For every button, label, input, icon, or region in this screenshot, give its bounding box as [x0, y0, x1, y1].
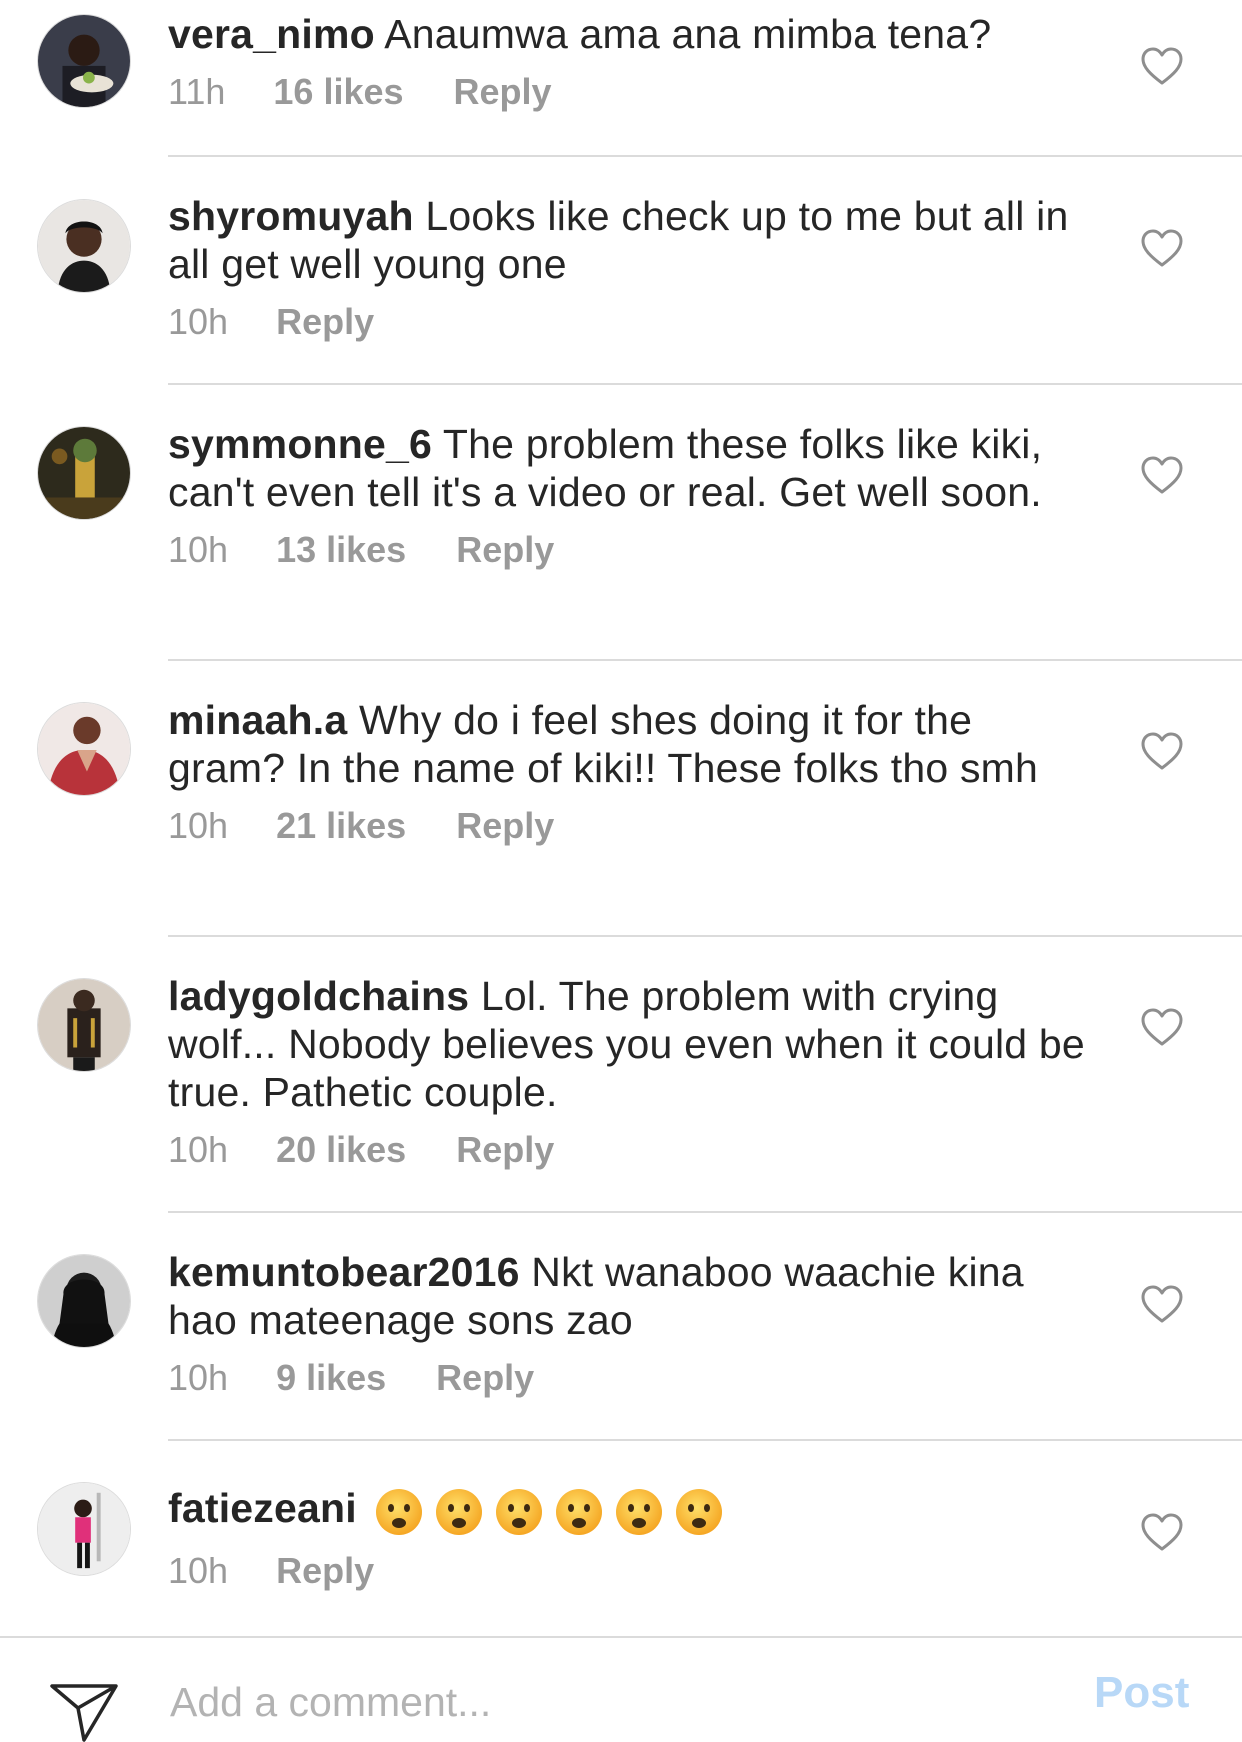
avatar[interactable]: [37, 702, 131, 796]
heart-icon[interactable]: [1140, 455, 1184, 495]
frowning-face-icon: [374, 1487, 424, 1537]
comment-text: ladygoldchains Lol. The problem with cry…: [168, 972, 1088, 1116]
heart-icon[interactable]: [1140, 1284, 1184, 1324]
reply-button[interactable]: Reply: [436, 1356, 534, 1400]
comment-meta: 10h 20 likes Reply: [168, 1128, 1088, 1172]
comment-text: fatiezeani: [168, 1484, 1088, 1537]
comment-content: ladygoldchains Lol. The problem with cry…: [168, 972, 1088, 1172]
comment-likes[interactable]: 13 likes: [276, 528, 406, 572]
comment-likes[interactable]: 21 likes: [276, 804, 406, 848]
comment-username[interactable]: symmonne_6: [168, 421, 432, 467]
comment-likes[interactable]: 9 likes: [276, 1356, 386, 1400]
comment-time: 10h: [168, 529, 229, 570]
divider: [168, 1211, 1242, 1213]
comment-text: kemuntobear2016 Nkt wanaboo waachie kina…: [168, 1248, 1088, 1344]
comment-likes[interactable]: 20 likes: [276, 1128, 406, 1172]
comment-text: shyromuyah Looks like check up to me but…: [168, 192, 1088, 288]
comment-time: 10h: [168, 1129, 229, 1170]
heart-icon[interactable]: [1140, 731, 1184, 771]
avatar[interactable]: [37, 978, 131, 1072]
comment-meta: 11h 16 likes Reply: [168, 70, 1088, 114]
comment-username[interactable]: minaah.a: [168, 697, 347, 743]
comment-username[interactable]: shyromuyah: [168, 193, 414, 239]
comment-time: 10h: [168, 1357, 229, 1398]
frowning-face-icon: [614, 1487, 664, 1537]
avatar[interactable]: [37, 14, 131, 108]
heart-icon[interactable]: [1140, 1512, 1184, 1552]
heart-icon[interactable]: [1140, 228, 1184, 268]
comment-time: 10h: [168, 1550, 229, 1592]
comment-content: symmonne_6 The problem these folks like …: [168, 420, 1088, 572]
emoji-reaction: [374, 1485, 734, 1537]
heart-icon[interactable]: [1140, 46, 1184, 86]
reply-button[interactable]: Reply: [276, 300, 374, 344]
comment-content: kemuntobear2016 Nkt wanaboo waachie kina…: [168, 1248, 1088, 1400]
heart-icon[interactable]: [1140, 1007, 1184, 1047]
avatar[interactable]: [37, 426, 131, 520]
reply-button[interactable]: Reply: [456, 804, 554, 848]
comment-time: 10h: [168, 805, 229, 846]
reply-button[interactable]: Reply: [276, 1549, 374, 1593]
divider: [168, 383, 1242, 385]
frowning-face-icon: [554, 1487, 604, 1537]
comment-text: vera_nimo Anaumwa ama ana mimba tena?: [168, 10, 1088, 58]
comment-text: minaah.a Why do i feel shes doing it for…: [168, 696, 1088, 792]
comment-content: vera_nimo Anaumwa ama ana mimba tena? 11…: [168, 10, 1088, 114]
comment-composer: Post: [0, 1636, 1242, 1742]
comment-meta: 10h 13 likes Reply: [168, 528, 1088, 572]
divider: [168, 935, 1242, 937]
avatar[interactable]: [37, 1254, 131, 1348]
comment-meta: 10h Reply: [168, 1549, 1088, 1593]
comment-content: shyromuyah Looks like check up to me but…: [168, 192, 1088, 344]
comment-username[interactable]: ladygoldchains: [168, 973, 469, 1019]
comment-message: Anaumwa ama ana mimba tena?: [384, 11, 992, 57]
comment-content: minaah.a Why do i feel shes doing it for…: [168, 696, 1088, 848]
comment-meta: 10h 9 likes Reply: [168, 1356, 1088, 1400]
frowning-face-icon: [434, 1487, 484, 1537]
comment-text: symmonne_6 The problem these folks like …: [168, 420, 1088, 516]
reply-button[interactable]: Reply: [454, 70, 552, 114]
comment-input[interactable]: [170, 1672, 1020, 1732]
avatar[interactable]: [37, 199, 131, 293]
avatar[interactable]: [37, 1482, 131, 1576]
comment-content: fatiezeani 10h Reply: [168, 1484, 1088, 1593]
reply-button[interactable]: Reply: [456, 1128, 554, 1172]
comment-username[interactable]: kemuntobear2016: [168, 1249, 520, 1295]
paper-plane-icon[interactable]: [48, 1682, 120, 1742]
post-button[interactable]: Post: [1094, 1668, 1189, 1718]
comment-username[interactable]: fatiezeani: [168, 1485, 357, 1531]
reply-button[interactable]: Reply: [456, 528, 554, 572]
divider: [168, 659, 1242, 661]
divider: [168, 1439, 1242, 1441]
frowning-face-icon: [494, 1487, 544, 1537]
comment-likes[interactable]: 16 likes: [273, 70, 403, 114]
comment-username[interactable]: vera_nimo: [168, 11, 375, 57]
comment-meta: 10h Reply: [168, 300, 1088, 344]
comment-time: 10h: [168, 301, 229, 342]
frowning-face-icon: [674, 1487, 724, 1537]
comment-time: 11h: [168, 71, 226, 112]
divider: [168, 155, 1242, 157]
comment-meta: 10h 21 likes Reply: [168, 804, 1088, 848]
